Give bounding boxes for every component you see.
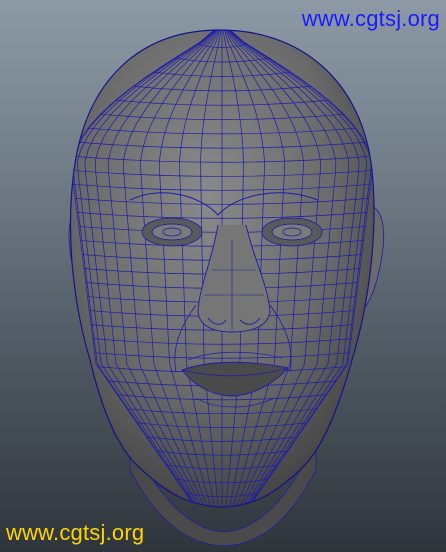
head-mesh[interactable] [0,0,446,552]
right-eye [261,217,323,247]
modeling-viewport[interactable]: www.cgtsj.org www.cgtsj.org [0,0,446,552]
watermark-top-right: www.cgtsj.org [301,6,440,31]
left-eye [141,217,203,247]
watermark-bottom-left: www.cgtsj.org [6,520,145,545]
